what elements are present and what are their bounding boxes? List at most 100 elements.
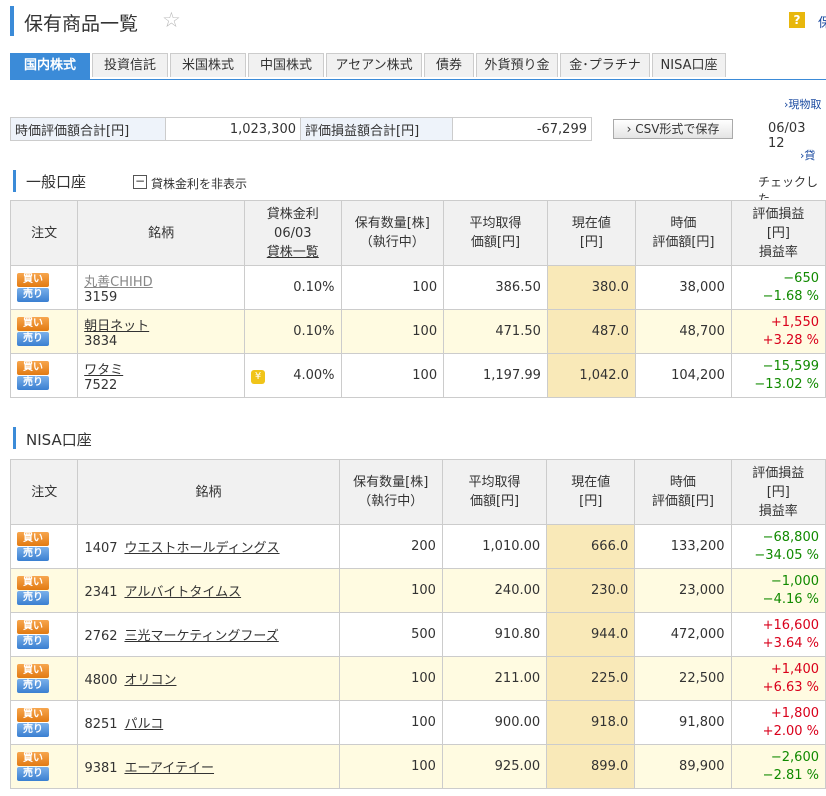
qty: 100 xyxy=(340,309,445,354)
sell-button[interactable]: 売り xyxy=(17,547,49,561)
profit-loss: −1,000 −4.16 % xyxy=(730,568,826,613)
stock-name-link[interactable]: 三光マーケティングフーズ xyxy=(124,629,278,644)
profit-loss: −2,600 −2.81 % xyxy=(730,744,826,789)
table-row: 買い 売り 4800 オリコン 100 211.00 225.0 22,500 +1… xyxy=(9,656,826,701)
general-holdings-table: 注文 銘柄 貸株金利 06/03 貸株一覧 保有数量[株] （執行中） 平均取得 価額… xyxy=(9,200,826,398)
stock-code: 3159 xyxy=(84,289,118,305)
header-avg: 平均取得 価額[円] xyxy=(443,200,548,266)
avg-price: 1,010.00 xyxy=(441,524,548,569)
update-time: 06/03 12 xyxy=(768,121,806,151)
tab-asean-stock[interactable]: アセアン株式 xyxy=(326,53,422,77)
stock-name-link[interactable]: オリコン xyxy=(124,673,176,688)
buy-button[interactable]: 買い xyxy=(17,532,49,546)
header-current: 現在値 [円] xyxy=(546,200,636,266)
buy-button[interactable]: 買い xyxy=(17,361,49,375)
stock-code: 9381 xyxy=(84,761,118,776)
pl-total-value: -67,299 xyxy=(452,117,592,141)
hide-lending-label[interactable]: 貸株金利を非表示 xyxy=(151,175,247,192)
genbutsu-link[interactable]: ›現物取 xyxy=(784,96,821,112)
eval-amount: 22,500 xyxy=(634,656,732,701)
hide-lending-toggle[interactable]: − xyxy=(133,175,147,189)
qty: 100 xyxy=(338,656,443,701)
stock-name-link[interactable]: ワタミ xyxy=(84,363,123,378)
tab-gold-platinum[interactable]: 金･プラチナ xyxy=(560,53,650,77)
eval-total-value: 1,023,300 xyxy=(165,117,301,141)
sell-button[interactable]: 売り xyxy=(17,332,49,346)
current-price: 918.0 xyxy=(546,700,636,745)
stock-name-link[interactable]: パルコ xyxy=(124,717,163,732)
help-icon[interactable]: ? xyxy=(789,12,805,28)
stock-name-link[interactable]: エーアイテイー xyxy=(124,761,214,776)
buy-button[interactable]: 買い xyxy=(17,273,49,287)
avg-price: 211.00 xyxy=(441,656,548,701)
nisa-section-title: NISA口座 xyxy=(26,431,92,449)
pl-total-label: 評価損益額合計[円] xyxy=(300,117,453,141)
sell-button[interactable]: 売り xyxy=(17,376,49,390)
eval-amount: 133,200 xyxy=(634,524,732,569)
sell-button[interactable]: 売り xyxy=(17,679,49,693)
stock-name-link[interactable]: アルバイトタイムス xyxy=(124,585,241,600)
qty: 200 xyxy=(338,524,443,569)
profit-loss: −15,599 −13.02 % xyxy=(730,353,826,398)
avg-price: 910.80 xyxy=(441,612,548,657)
tab-foreign-deposit[interactable]: 外貨預り金 xyxy=(476,53,558,77)
buy-button[interactable]: 買い xyxy=(17,708,49,722)
tab-us-stock[interactable]: 米国株式 xyxy=(170,53,246,77)
lending-list-link[interactable]: 貸株一覧 xyxy=(267,245,319,260)
header-qty: 保有数量[株] （執行中） xyxy=(340,200,445,266)
eval-amount: 38,000 xyxy=(634,265,732,310)
stock-name-link[interactable]: 丸善CHIHD xyxy=(84,275,152,290)
stock-name-link[interactable]: ウエストホールディングス xyxy=(124,541,279,556)
general-section-bar xyxy=(13,170,16,192)
buy-button[interactable]: 買い xyxy=(17,664,49,678)
table-row: 買い 売り 丸善CHIHD 3159 0.10% 100 386.50 380.0 … xyxy=(9,265,826,310)
stock-name-link[interactable]: 朝日ネット xyxy=(84,319,149,334)
eval-amount: 89,900 xyxy=(634,744,732,789)
stock-code: 4800 xyxy=(84,673,118,688)
csv-save-button[interactable]: › CSV形式で保存 xyxy=(613,119,733,139)
avg-price: 471.50 xyxy=(443,309,548,354)
nisa-holdings-table: 注文 銘柄 保有数量[株] （執行中） 平均取得 価額[円] 現在値 [円] 時価 評価… xyxy=(9,459,826,789)
stock-code: 8251 xyxy=(84,717,118,732)
eval-amount: 23,000 xyxy=(634,568,732,613)
tab-china-stock[interactable]: 中国株式 xyxy=(248,53,324,77)
qty: 500 xyxy=(338,612,443,657)
lending-rate: 0.10% xyxy=(244,309,342,354)
qty: 100 xyxy=(338,568,443,613)
current-price: 230.0 xyxy=(546,568,636,613)
header-pl: 評価損益 [円] 損益率 xyxy=(730,459,826,525)
qty: 100 xyxy=(340,265,445,310)
avg-price: 386.50 xyxy=(443,265,548,310)
tab-nisa[interactable]: NISA口座 xyxy=(652,53,726,77)
qty: 100 xyxy=(340,353,445,398)
qty: 100 xyxy=(338,744,443,789)
sell-button[interactable]: 売り xyxy=(17,288,49,302)
stock-code: 2762 xyxy=(84,629,118,644)
table-row: 買い 売り 9381 エーアイテイー 100 925.00 899.0 89,900… xyxy=(9,744,826,789)
sell-button[interactable]: 売り xyxy=(17,723,49,737)
buy-button[interactable]: 買い xyxy=(17,620,49,634)
profit-loss: +1,400 +6.63 % xyxy=(730,656,826,701)
current-price: 899.0 xyxy=(546,744,636,789)
sell-button[interactable]: 売り xyxy=(17,591,49,605)
tab-domestic-stock[interactable]: 国内株式 xyxy=(10,53,90,79)
buy-button[interactable]: 買い xyxy=(17,317,49,331)
avg-price: 925.00 xyxy=(441,744,548,789)
current-price: 1,042.0 xyxy=(546,353,636,398)
buy-button[interactable]: 買い xyxy=(17,576,49,590)
avg-price: 240.00 xyxy=(441,568,548,613)
stock-code: 7522 xyxy=(84,377,118,393)
favorite-star-icon[interactable]: ☆ xyxy=(162,8,181,32)
table-row: 買い 売り 1407 ウエストホールディングス 200 1,010.00 666.0… xyxy=(9,524,826,569)
header-name: 銘柄 xyxy=(77,200,246,266)
sell-button[interactable]: 売り xyxy=(17,767,49,781)
header-order: 注文 xyxy=(9,200,79,266)
sell-button[interactable]: 売り xyxy=(17,635,49,649)
tab-bond[interactable]: 債券 xyxy=(424,53,474,77)
eval-amount: 472,000 xyxy=(634,612,732,657)
tab-investment-trust[interactable]: 投資信託 xyxy=(92,53,168,77)
page-title: 保有商品一覧 xyxy=(24,13,139,35)
buy-button[interactable]: 買い xyxy=(17,752,49,766)
header-pl: 評価損益 [円] 損益率 xyxy=(730,200,826,266)
help-link[interactable]: 保 xyxy=(818,12,826,31)
